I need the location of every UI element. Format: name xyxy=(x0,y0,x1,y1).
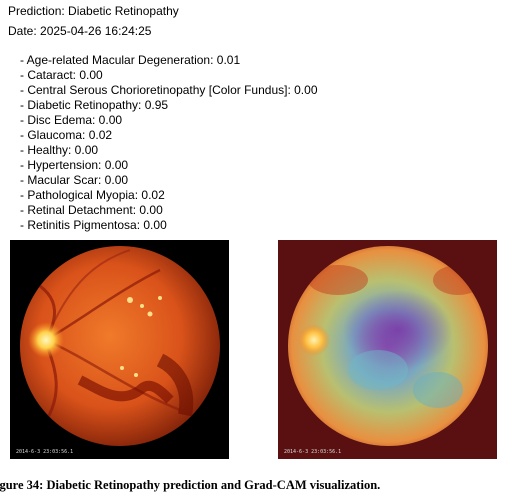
probability-item: - Retinal Detachment: 0.00 xyxy=(20,203,163,217)
probability-item: - Age-related Macular Degeneration: 0.01 xyxy=(20,53,241,67)
fundus-image: 2014-6-3 23:03:56.1 xyxy=(10,240,229,459)
probability-item: - Diabetic Retinopathy: 0.95 xyxy=(20,98,169,112)
probability-item: - Pathological Myopia: 0.02 xyxy=(20,188,165,202)
fundus-timestamp: 2014-6-3 23:03:56.1 xyxy=(16,449,74,455)
prediction-label: Prediction: Diabetic Retinopathy xyxy=(8,4,179,18)
probability-item: - Cataract: 0.00 xyxy=(20,68,103,82)
probability-item: - Glaucoma: 0.02 xyxy=(20,128,113,142)
probability-item: - Disc Edema: 0.00 xyxy=(20,113,123,127)
probability-list: - Age-related Macular Degeneration: 0.01… xyxy=(20,53,318,233)
figure-caption: igure 34: Diabetic Retinopathy predictio… xyxy=(0,478,381,492)
probability-item: - Hypertension: 0.00 xyxy=(20,158,129,172)
probability-item: - Macular Scar: 0.00 xyxy=(20,173,129,187)
probability-item: - Central Serous Chorioretinopathy [Colo… xyxy=(20,83,318,97)
gradcam-image: 2014-6-3 23:03:56.1 xyxy=(278,240,497,459)
gradcam-timestamp: 2014-6-3 23:03:56.1 xyxy=(284,449,342,455)
probability-item: - Healthy: 0.00 xyxy=(20,143,99,157)
probability-item: - Retinitis Pigmentosa: 0.00 xyxy=(20,218,167,232)
gradcam-image-graphic xyxy=(278,240,497,459)
fundus-image-graphic xyxy=(20,246,220,446)
date-label: Date: 2025-04-26 16:24:25 xyxy=(8,24,152,38)
